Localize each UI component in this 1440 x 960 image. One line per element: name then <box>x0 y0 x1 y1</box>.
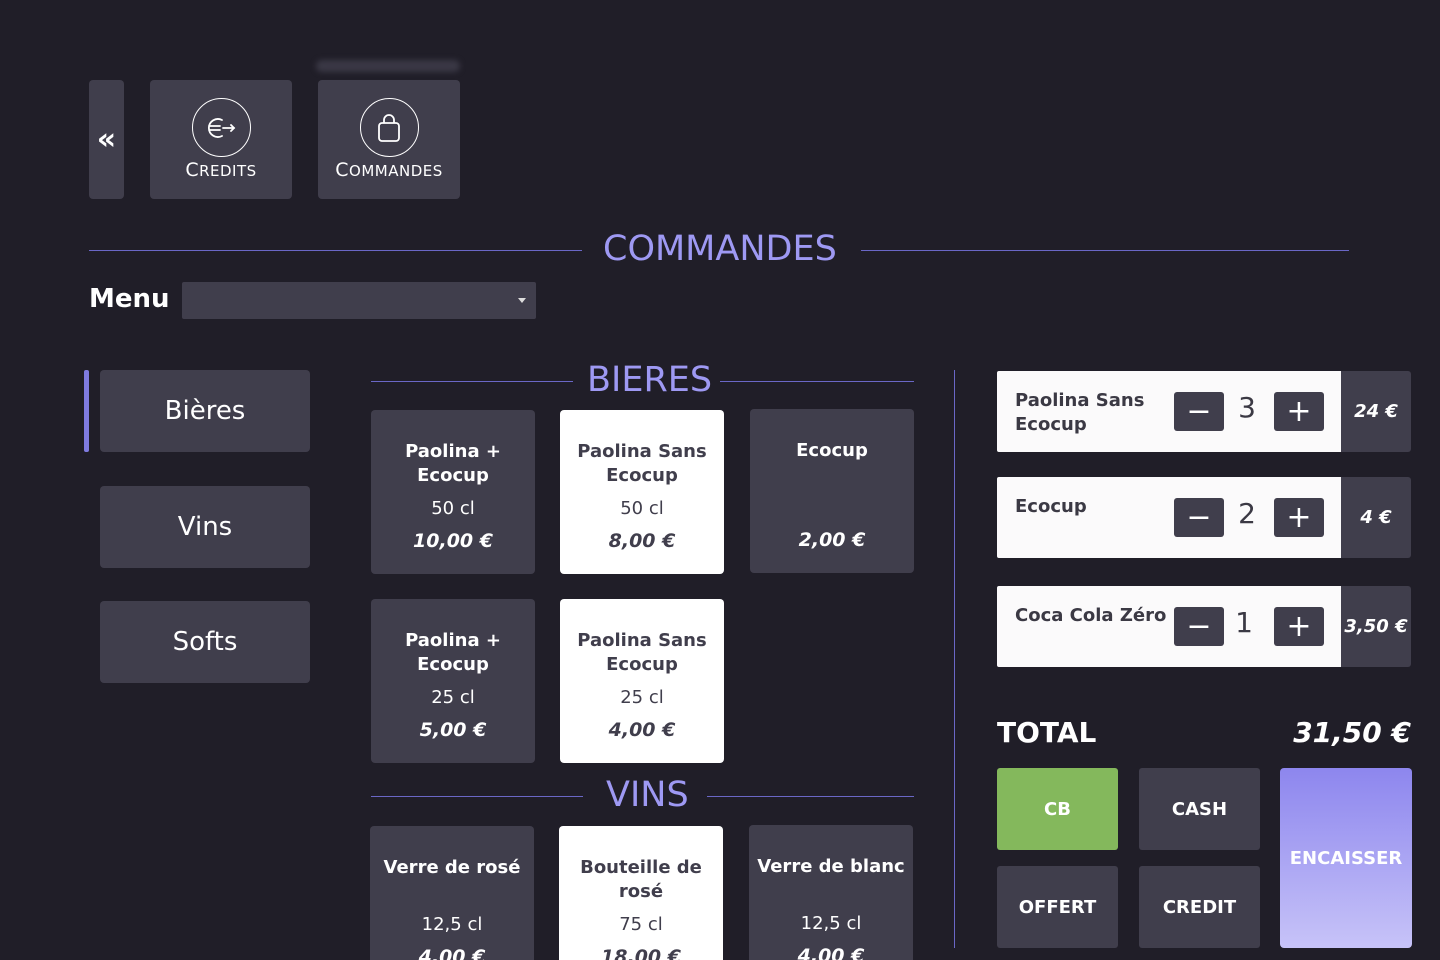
product-card[interactable]: Paolina Sans Ecocup 50 cl 8,00 € <box>560 410 724 574</box>
section-divider-left <box>371 796 583 797</box>
product-price: 10,00 € <box>413 530 493 552</box>
decrease-qty-button[interactable]: − <box>1174 392 1224 431</box>
category-label: Bières <box>164 396 246 426</box>
cart-item-qty: 3 <box>1238 391 1256 424</box>
pay-offert-button[interactable]: OFFERT <box>997 866 1118 948</box>
product-volume: 12,5 cl <box>421 914 483 935</box>
product-volume: 75 cl <box>619 914 663 935</box>
product-name: Paolina + Ecocup <box>405 630 501 675</box>
section-title-vins: VINS <box>606 775 689 815</box>
pay-cash-button[interactable]: CASH <box>1139 768 1260 850</box>
product-price: 4,00 € <box>418 946 486 960</box>
category-vins[interactable]: Vins <box>100 486 310 568</box>
product-card[interactable]: Paolina + Ecocup 25 cl 5,00 € <box>371 599 535 763</box>
product-volume <box>750 473 914 521</box>
product-volume: 25 cl <box>620 687 664 708</box>
cart-item-name: Coca Cola Zéro <box>1015 605 1167 626</box>
nav-credits-button[interactable]: Credits <box>150 80 292 199</box>
cart-item-qty: 1 <box>1235 606 1253 639</box>
category-bieres[interactable]: Bières <box>100 370 310 452</box>
cart-item-name: Paolina Sans Ecocup <box>1015 390 1145 435</box>
cart-item-name: Ecocup <box>1015 496 1087 517</box>
section-title-bieres: BIERES <box>587 360 713 400</box>
blurred-label <box>316 60 460 72</box>
decrease-qty-button[interactable]: − <box>1174 607 1224 646</box>
product-price: 4,00 € <box>797 945 865 960</box>
title-divider-right <box>861 250 1349 251</box>
product-name: Paolina Sans Ecocup <box>577 630 707 675</box>
product-name: Verre de blanc <box>757 856 905 877</box>
plus-icon: + <box>1286 393 1312 429</box>
increase-qty-button[interactable]: + <box>1274 392 1324 431</box>
product-card[interactable]: Paolina + Ecocup 50 cl 10,00 € <box>371 410 535 574</box>
product-name: Paolina + Ecocup <box>405 441 501 486</box>
category-label: Vins <box>177 512 233 542</box>
minus-icon: − <box>1186 393 1212 429</box>
product-name: Verre de rosé <box>383 857 521 878</box>
product-card[interactable]: Verre de rosé 12,5 cl 4,00 € <box>370 826 534 960</box>
decrease-qty-button[interactable]: − <box>1174 498 1224 537</box>
product-card[interactable]: Paolina Sans Ecocup 25 cl 4,00 € <box>560 599 724 763</box>
product-price: 8,00 € <box>608 530 676 552</box>
section-divider-left <box>371 381 573 382</box>
pay-credit-button[interactable]: CREDIT <box>1139 866 1260 948</box>
total-label: TOTAL <box>997 716 1097 749</box>
pay-cb-button[interactable]: CB <box>997 768 1118 850</box>
chevron-down-icon <box>518 298 526 303</box>
cart-item: Paolina Sans Ecocup − 3 + <box>997 371 1341 452</box>
product-card[interactable]: Bouteille de rosé 75 cl 18,00 € <box>559 826 723 960</box>
double-chevron-left-icon: « <box>96 122 117 157</box>
cart-item: Ecocup − 2 + <box>997 477 1341 558</box>
shopping-bag-icon <box>359 98 419 157</box>
product-volume: 50 cl <box>620 498 664 519</box>
product-volume: 50 cl <box>431 498 475 519</box>
section-divider-right <box>707 796 914 797</box>
category-label: Softs <box>172 627 238 657</box>
category-softs[interactable]: Softs <box>100 601 310 683</box>
nav-commandes-button[interactable]: Commandes <box>318 80 460 199</box>
menu-label: Menu <box>89 284 170 314</box>
product-card[interactable]: Ecocup 2,00 € <box>750 409 914 573</box>
product-price: 18,00 € <box>601 946 681 960</box>
product-card[interactable]: Verre de blanc 12,5 cl 4,00 € <box>749 825 913 960</box>
active-category-indicator <box>84 370 89 452</box>
encaisser-button[interactable]: ENCAISSER <box>1280 768 1412 948</box>
cart-item-qty: 2 <box>1238 497 1256 530</box>
collapse-sidebar-button[interactable]: « <box>89 80 124 199</box>
product-volume: 25 cl <box>431 687 475 708</box>
plus-icon: + <box>1286 608 1312 644</box>
cart-divider <box>954 370 955 948</box>
plus-icon: + <box>1286 499 1312 535</box>
page-title: COMMANDES <box>603 229 837 269</box>
minus-icon: − <box>1186 608 1212 644</box>
product-volume: 12,5 cl <box>800 913 862 934</box>
title-divider-left <box>89 250 582 251</box>
cart-item-price: 24 € <box>1341 371 1411 452</box>
cart-item-price: 4 € <box>1341 477 1411 558</box>
cart-item: Coca Cola Zéro − 1 + <box>997 586 1341 667</box>
product-price: 5,00 € <box>419 719 487 741</box>
increase-qty-button[interactable]: + <box>1274 607 1324 646</box>
product-price: 4,00 € <box>608 719 676 741</box>
total-value: 31,50 € <box>1293 716 1411 749</box>
euro-exchange-icon <box>191 98 251 157</box>
nav-commandes-label: Commandes <box>335 159 443 181</box>
menu-select[interactable] <box>182 282 536 319</box>
product-name: Bouteille de rosé <box>580 857 702 902</box>
section-divider-right <box>720 381 914 382</box>
increase-qty-button[interactable]: + <box>1274 498 1324 537</box>
minus-icon: − <box>1186 499 1212 535</box>
cart-item-price: 3,50 € <box>1341 586 1411 667</box>
product-name: Paolina Sans Ecocup <box>577 441 707 486</box>
product-price: 2,00 € <box>798 529 866 551</box>
nav-credits-label: Credits <box>185 159 257 181</box>
product-name: Ecocup <box>796 440 868 461</box>
